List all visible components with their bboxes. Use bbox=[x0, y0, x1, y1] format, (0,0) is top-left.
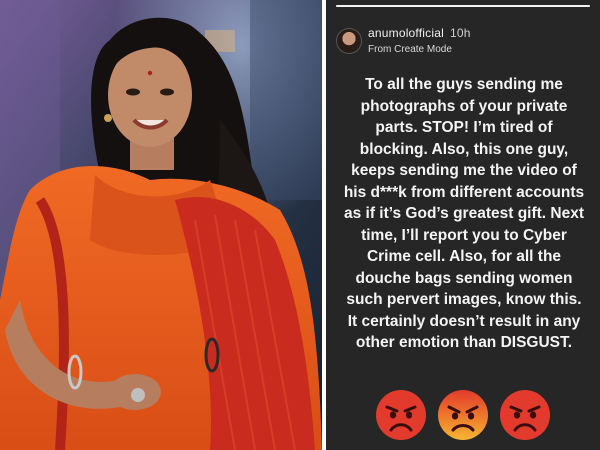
portrait-illustration bbox=[0, 0, 322, 450]
angry-face-icon bbox=[500, 390, 550, 440]
story-header: anumolofficial 10h From Create Mode bbox=[334, 26, 592, 55]
story-progress-fill bbox=[336, 5, 590, 7]
story-panel: anumolofficial 10h From Create Mode To al… bbox=[326, 0, 600, 450]
story-source: From Create Mode bbox=[368, 44, 452, 55]
emoji-row bbox=[326, 388, 600, 442]
image-collage: anumolofficial 10h From Create Mode To al… bbox=[0, 0, 600, 450]
username-line: anumolofficial 10h bbox=[368, 26, 471, 40]
story-username[interactable]: anumolofficial bbox=[368, 26, 444, 40]
story-progress-bar bbox=[336, 5, 590, 7]
avatar[interactable] bbox=[336, 28, 362, 54]
story-timestamp: 10h bbox=[449, 26, 471, 40]
angry-face-icon bbox=[438, 390, 488, 440]
story-message: To all the guys sending me photographs o… bbox=[343, 76, 585, 351]
angry-face-icon bbox=[376, 390, 426, 440]
portrait-photo bbox=[0, 0, 322, 450]
